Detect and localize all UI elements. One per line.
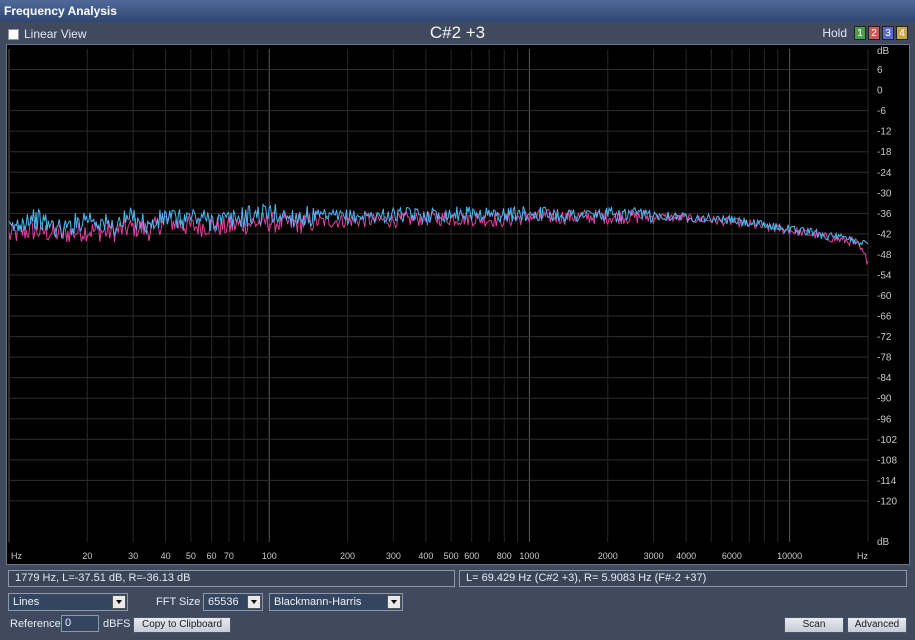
x-tick-label: 70: [224, 551, 234, 561]
x-tick-label: 800: [497, 551, 512, 561]
hold-button-3[interactable]: 3: [882, 26, 894, 40]
y-tick-label: -120: [877, 496, 897, 507]
x-unit-right: Hz: [857, 551, 868, 561]
y-tick-label: 6: [877, 65, 883, 76]
y-tick-label: -90: [877, 394, 892, 405]
y-tick-label: -36: [877, 209, 892, 220]
x-tick-label: 20: [82, 551, 92, 561]
y-tick-label: -18: [877, 147, 892, 158]
advanced-button[interactable]: Advanced: [847, 617, 907, 633]
y-unit-top: dB: [877, 46, 890, 57]
fft-size-select[interactable]: 65536: [203, 593, 263, 611]
y-tick-label: -24: [877, 168, 892, 179]
window-title: Frequency Analysis: [0, 0, 915, 22]
x-tick-label: 600: [464, 551, 479, 561]
x-tick-label: 300: [386, 551, 401, 561]
chevron-down-icon[interactable]: [247, 595, 261, 609]
reference-unit: dBFS: [103, 618, 131, 630]
x-tick-label: 40: [161, 551, 171, 561]
y-tick-label: -60: [877, 291, 892, 302]
y-tick-label: -30: [877, 188, 892, 199]
chevron-down-icon[interactable]: [387, 595, 401, 609]
fft-size-label: FFT Size: [156, 596, 201, 608]
hold-label: Hold: [822, 26, 847, 40]
spectrum-chart[interactable]: 60-6-12-18-24-30-36-42-48-54-60-66-72-78…: [7, 45, 909, 564]
display-mode-value: Lines: [13, 596, 40, 608]
display-mode-select[interactable]: Lines: [8, 593, 128, 611]
y-tick-label: -6: [877, 106, 886, 117]
scan-button[interactable]: Scan: [784, 617, 844, 633]
chevron-down-icon[interactable]: [112, 595, 126, 609]
x-tick-label: 3000: [644, 551, 664, 561]
x-tick-label: 30: [128, 551, 138, 561]
window-function-value: Blackmann-Harris: [274, 596, 362, 608]
x-tick-label: 6000: [722, 551, 742, 561]
hold-button-1[interactable]: 1: [854, 26, 866, 40]
spectrum-plot-area[interactable]: 6 0 -6 -12 -18 -24 -30 -36 -42 -48 -54 -60 -66 -72 -78…: [6, 44, 910, 565]
x-tick-label: 500: [444, 551, 459, 561]
x-tick-label: 10000: [777, 551, 802, 561]
y-tick-label: -72: [877, 332, 892, 343]
y-tick-label: -114: [877, 476, 897, 487]
x-tick-label: 2000: [598, 551, 618, 561]
y-tick-label: -96: [877, 414, 892, 425]
y-tick-label: -66: [877, 312, 892, 323]
x-tick-label: 4000: [676, 551, 696, 561]
y-tick-label: -42: [877, 229, 892, 240]
cursor-readout: 1779 Hz, L=-37.51 dB, R=-36.13 dB: [8, 570, 455, 587]
y-unit-bottom: dB: [877, 537, 890, 548]
hold-group: Hold 1 2 3 4: [822, 26, 908, 40]
peak-readout: L= 69.429 Hz (C#2 +3), R= 5.9083 Hz (F#-…: [459, 570, 907, 587]
top-toolbar: Linear View C#2 +3 Hold 1 2 3 4: [0, 22, 915, 46]
detected-note-title: C#2 +3: [429, 23, 486, 42]
hold-button-2[interactable]: 2: [868, 26, 880, 40]
reference-input[interactable]: 0: [61, 615, 99, 632]
x-tick-label: 100: [262, 551, 277, 561]
x-unit-left: Hz: [11, 551, 22, 561]
reference-label: Reference: [10, 618, 61, 630]
y-tick-label: -102: [877, 435, 897, 446]
x-tick-label: 50: [186, 551, 196, 561]
y-tick-label: -48: [877, 250, 892, 261]
copy-to-clipboard-button[interactable]: Copy to Clipboard: [133, 617, 231, 633]
hold-button-4[interactable]: 4: [896, 26, 908, 40]
y-tick-label: 0: [877, 86, 883, 97]
y-tick-label: -108: [877, 455, 897, 466]
y-tick-label: -12: [877, 127, 892, 138]
x-tick-label: 200: [340, 551, 355, 561]
y-tick-label: -54: [877, 270, 892, 281]
fft-size-value: 65536: [208, 596, 239, 608]
y-tick-label: -78: [877, 353, 892, 364]
x-tick-label: 1000: [519, 551, 539, 561]
x-tick-label: 60: [206, 551, 216, 561]
y-tick-label: -84: [877, 373, 892, 384]
x-tick-label: 400: [418, 551, 433, 561]
window-function-select[interactable]: Blackmann-Harris: [269, 593, 403, 611]
